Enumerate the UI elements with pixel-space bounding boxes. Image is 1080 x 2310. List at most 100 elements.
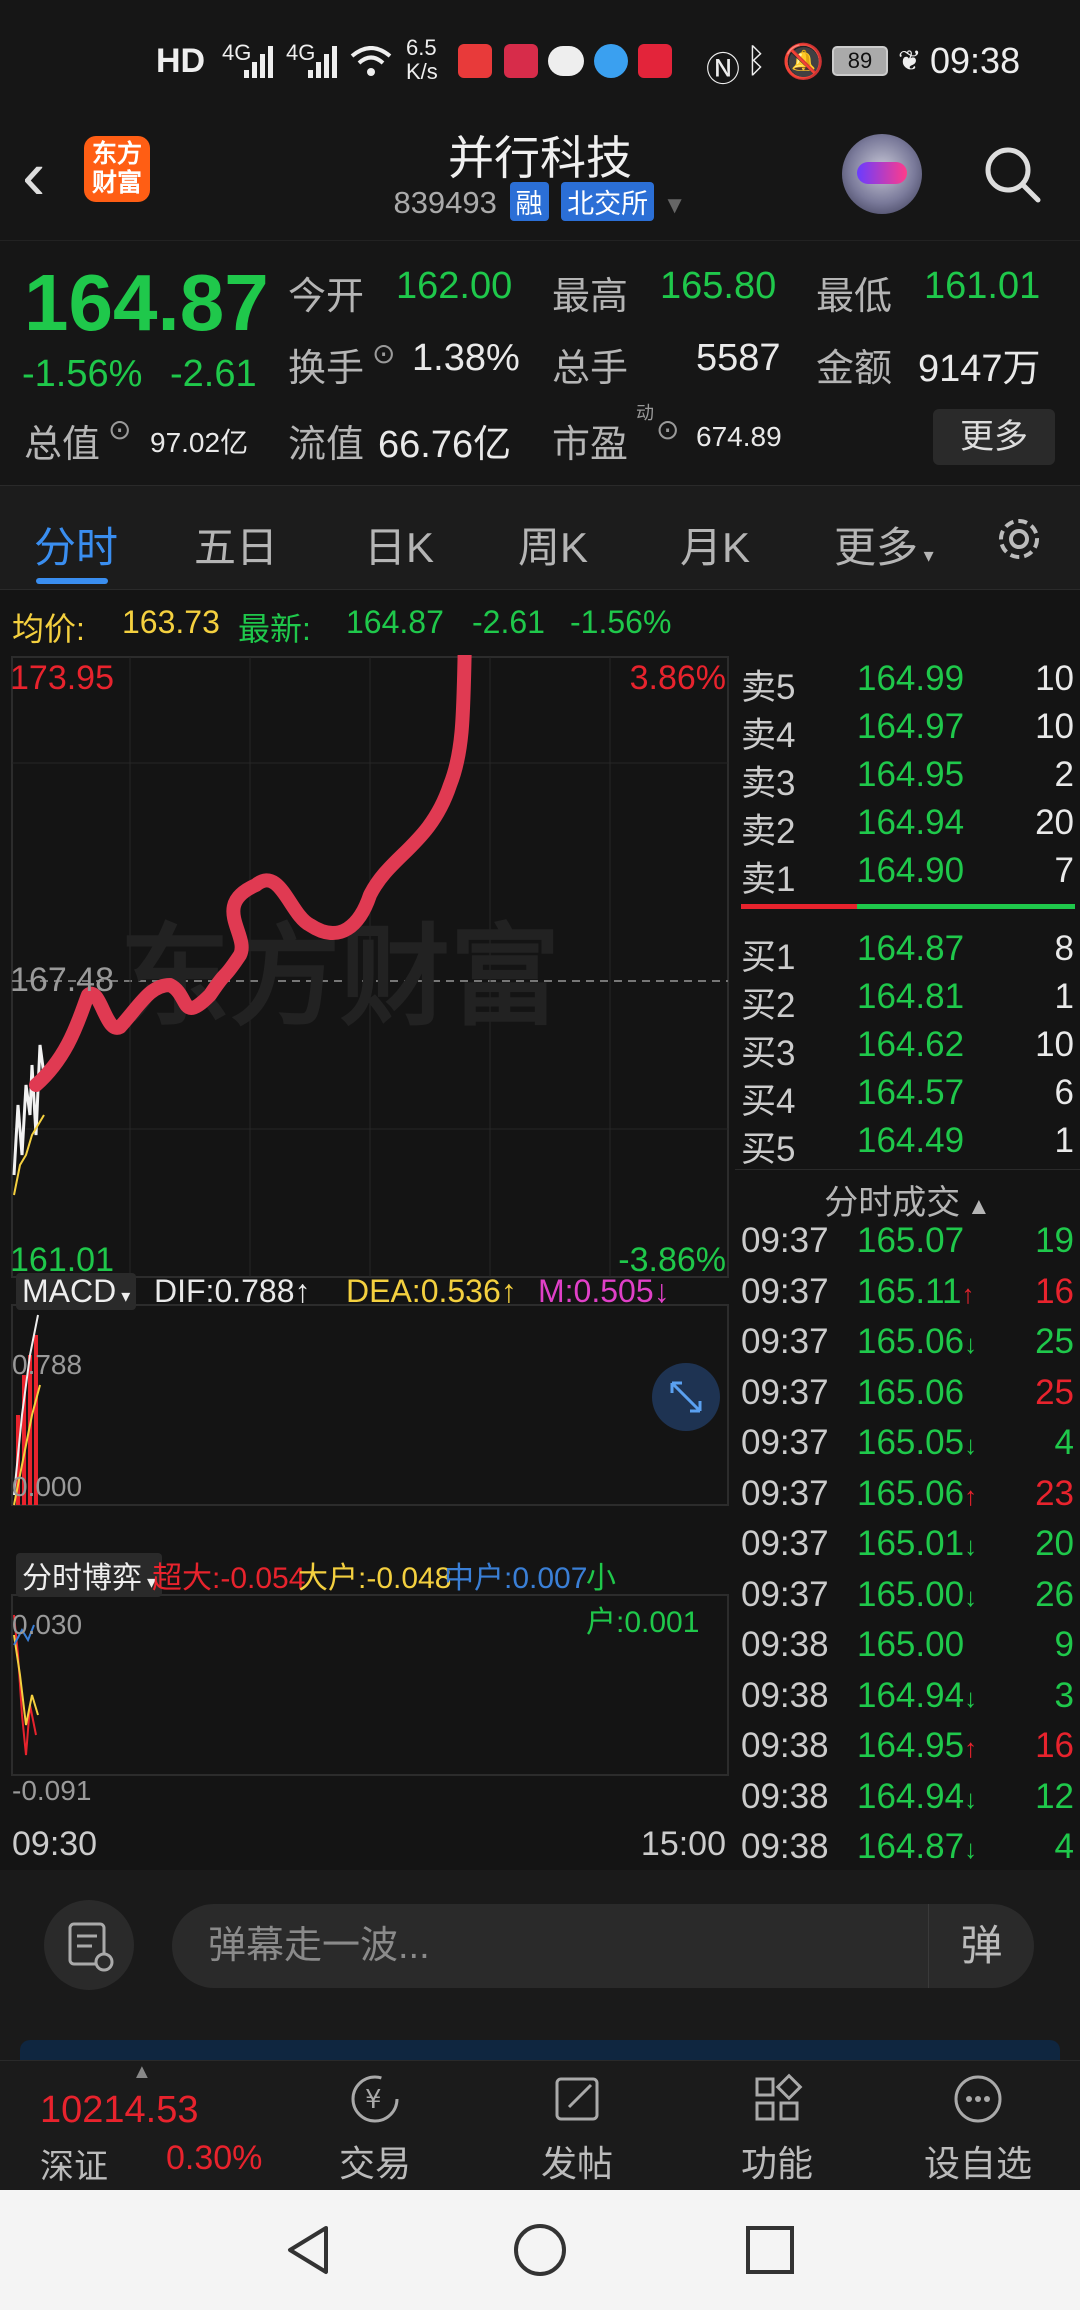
bid-volume: 1 [1054,977,1074,1016]
tab-more[interactable]: 更多 ▾ [834,514,934,575]
tick-volume: 26 [1035,1574,1074,1614]
macd-selector[interactable]: MACD ▾ [16,1273,137,1310]
tick-time: 09:38 [741,1625,829,1664]
tab-intraday[interactable]: 分时 [34,514,118,575]
post-label: 发帖 [540,2143,613,2184]
gear-icon[interactable] [990,510,1048,568]
flower-app-icon [504,44,538,78]
net-speed-value: 6.5 [406,35,437,60]
trade-label: 交易 [338,2143,411,2184]
tick-direction-icon: ↓ [964,1581,978,1612]
macd-dea: DEA:0.536↑ [346,1273,517,1309]
tick-direction-icon: ↓ [964,1430,978,1460]
tick-price: 164.87↓ [857,1827,977,1867]
pe-value: 674.89 [696,421,782,452]
latest-change: -2.61 [472,604,545,640]
amount-value: 9147万 [918,348,1041,390]
tab-more-dropdown-icon: ▾ [918,545,934,567]
tick-price: 165.06 [857,1373,964,1413]
price-line [12,1044,46,1176]
ask-price: 164.99 [857,659,965,698]
leaf-icon: ❦ [898,45,922,76]
bobo-selector[interactable]: 分时博弈 ▾ [16,1553,163,1597]
more-quote-button[interactable]: 更多 [933,409,1055,465]
status-bar: HD 4G 4G 6.5 K/s Ⓝ ᛒ 🔕 89 ❦ 09:38 [0,0,1080,120]
avg-price-label: 均价: [12,611,85,647]
functions-button[interactable]: 功能 [707,2069,847,2187]
avg-price-value: 163.73 [122,604,220,640]
system-navigation [0,2190,1080,2310]
nav-home-icon[interactable] [512,2222,568,2278]
trade-button[interactable]: ¥ 交易 [305,2069,445,2187]
bid-volume: 8 [1054,929,1074,968]
amount-label: 金额 [816,348,893,390]
macd-bottom-value: 0.000 [12,1471,83,1502]
robot-assistant-icon[interactable] [842,134,922,214]
tick-volume: 16 [1035,1271,1074,1311]
macd-frame [11,1304,729,1506]
tick-time: 09:37 [741,1271,829,1311]
tick-volume: 3 [1054,1675,1074,1715]
ask-volume: 20 [1035,803,1074,842]
nav-back-icon[interactable] [282,2222,338,2278]
tick-price-value: 164.95 [857,1726,965,1765]
nfc-icon: Ⓝ [706,51,740,89]
post-button[interactable]: 发帖 [507,2069,647,2187]
tick-direction-icon: ↓ [964,1531,978,1561]
danmu-input[interactable]: 弹幕走一波... [172,1904,1034,1988]
tick-volume: 25 [1035,1322,1074,1361]
index-name: 深证 [40,2148,108,2186]
yen-exchange-icon: ¥ [351,2075,399,2123]
ask-volume: 10 [1035,707,1074,746]
tick-time: 09:37 [741,1524,829,1563]
exchange-tag: 北交所 [561,182,655,221]
macd-legend: MACD ▾ DIF:0.788↑ DEA:0.536↑ M:0.505↓ [12,1273,728,1310]
browser-app-icon [594,44,628,78]
average-price-row: 均价: 163.73 最新: 164.87 -2.61 -1.56% [0,592,1080,654]
tick-trades-title: 分时成交 [824,1184,961,1222]
pe-dynamic-sup: 动 [636,403,654,423]
macd-selector-dropdown-icon: ▾ [116,1286,131,1306]
tab-weekly-k[interactable]: 周K [518,514,588,575]
latest-percent: -1.56% [570,604,672,640]
market-cap-label: 总值 [24,424,101,466]
ask-price: 164.97 [857,707,965,746]
tick-price-value: 165.05 [857,1423,965,1462]
y-top-label: 173.95 [10,659,114,697]
pe-info-icon[interactable]: ⊙ [656,413,679,446]
index-expand-icon[interactable]: ▲ [132,2061,152,2084]
danmu-toggle-button[interactable]: 弹 [928,1904,1034,1988]
tick-volume: 12 [1035,1776,1074,1816]
turnover-info-icon[interactable]: ⊙ [372,337,395,370]
macd-dif: DIF:0.788↑ [154,1273,311,1309]
tab-five-day[interactable]: 五日 [194,514,278,575]
market-cap-info-icon[interactable]: ⊙ [108,413,131,446]
intraday-chart[interactable]: 东方财富 173.95 3.86% 167.48 161.01 -3.86% M… [10,655,730,1870]
search-icon[interactable] [980,142,1044,206]
index-value[interactable]: 10214.53 [40,2089,199,2132]
tick-price-value: 165.00 [857,1625,965,1664]
high-label: 最高 [552,276,629,318]
danmu-settings-icon[interactable] [44,1900,134,1990]
tick-volume: 19 [1035,1221,1074,1260]
tick-price-value: 164.94 [857,1776,965,1816]
tab-monthly-k[interactable]: 月K [680,514,750,575]
tick-price: 165.06↑ [857,1474,977,1514]
quote-panel: 164.87 -1.56% -2.61 今开 162.00 最高 165.80 … [0,240,1080,485]
order-book: 卖5 164.99 10 卖4 164.97 10 卖3 164.95 2 卖2 164.94… [735,655,1080,1870]
tab-daily-k[interactable]: 日K [364,514,434,575]
active-tab-indicator [36,578,108,584]
tick-trades-header[interactable]: 分时成交 ▲ [735,1175,1080,1224]
nav-recents-icon[interactable] [742,2222,798,2278]
bobo-big: 大户:-0.048 [298,1562,452,1595]
ask-price: 164.94 [857,803,965,842]
stock-code: 839493 [393,185,497,220]
y-top-pct: 3.86% [629,659,726,697]
tick-direction-icon: ↓ [964,1682,978,1713]
bid-volume: 1 [1054,1121,1074,1160]
low-label: 最低 [816,276,893,318]
add-watchlist-button[interactable]: 设自选 [908,2069,1048,2187]
bobo-super: 超大:-0.054 [152,1562,306,1595]
y-mid-label: 167.48 [10,961,114,999]
bid-volume: 6 [1054,1073,1074,1112]
